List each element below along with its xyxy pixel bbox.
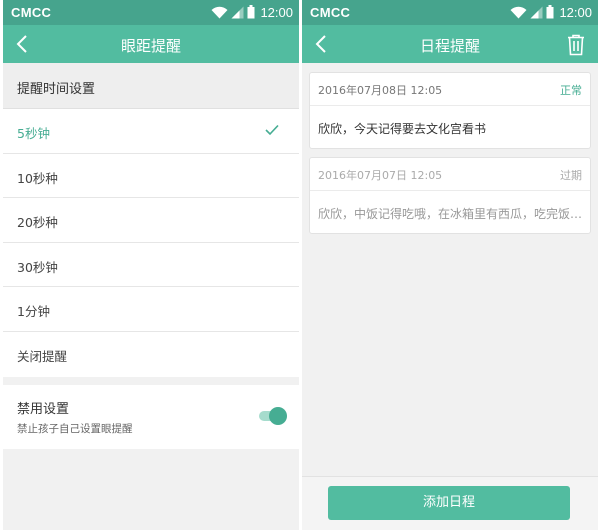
reminder-card[interactable]: 2016年07月08日 12:05 正常 欣欣，今天记得要去文化宫看书 (309, 72, 591, 149)
reminder-status: 过期 (560, 169, 582, 182)
carrier-name: CMCC (310, 5, 351, 20)
reminder-datetime: 2016年07月07日 12:05 (318, 169, 443, 182)
app-bar: 眼距提醒 (3, 25, 299, 63)
status-bar: CMCC 12:00 (302, 0, 598, 25)
option-label: 30秒钟 (17, 259, 58, 275)
option-label: 关闭提醒 (17, 348, 68, 364)
option-30-seconds[interactable]: 30秒钟 (3, 243, 299, 288)
page-title: 眼距提醒 (120, 37, 181, 55)
toggle-thumb (269, 407, 287, 425)
option-off[interactable]: 关闭提醒 (3, 332, 299, 377)
status-time: 12:00 (260, 4, 293, 20)
page-title: 日程提醒 (419, 37, 480, 55)
reminder-interval-list: 5秒钟 10秒种 20秒种 30秒钟 1分钟 关闭提醒 (3, 109, 299, 377)
disable-settings-description: 禁止孩子自己设置眼提醒 (17, 423, 133, 435)
status-icons: 12:00 (510, 4, 592, 20)
option-label: 20秒种 (17, 215, 58, 231)
disable-settings-row: 禁用设置 禁止孩子自己设置眼提醒 (3, 385, 299, 449)
reminder-datetime: 2016年07月08日 12:05 (318, 84, 443, 97)
status-time: 12:00 (559, 4, 592, 20)
option-1-minute[interactable]: 1分钟 (3, 287, 299, 332)
signal-icon (530, 6, 543, 18)
trash-icon[interactable] (566, 34, 586, 56)
section-header: 提醒时间设置 (3, 63, 299, 109)
section-header-label: 提醒时间设置 (17, 82, 96, 97)
bottom-action-bar: 添加日程 (302, 476, 598, 530)
option-label: 1分钟 (17, 304, 50, 320)
app-bar: 日程提醒 (302, 25, 598, 63)
disable-settings-toggle[interactable] (259, 407, 287, 425)
option-5-seconds[interactable]: 5秒钟 (3, 109, 299, 154)
reminder-card[interactable]: 2016年07月07日 12:05 过期 欣欣，中饭记得吃哦，在冰箱里有西瓜，吃… (309, 157, 591, 234)
option-20-seconds[interactable]: 20秒种 (3, 198, 299, 243)
signal-icon (231, 6, 244, 18)
option-10-seconds[interactable]: 10秒种 (3, 154, 299, 199)
status-bar: CMCC 12:00 (3, 0, 299, 25)
reminder-card-header: 2016年07月07日 12:05 过期 (310, 158, 590, 191)
disable-settings-title: 禁用设置 (17, 402, 70, 417)
eye-distance-screen: CMCC 12:00 眼距提醒 提醒时间设置 5秒钟 10秒种 20秒种 30秒… (3, 0, 299, 530)
wifi-icon (510, 6, 527, 18)
option-label: 5秒钟 (17, 126, 50, 141)
battery-icon (546, 5, 554, 19)
schedule-reminder-screen: CMCC 12:00 日程提醒 2016年07月08日 12:05 正常 欣欣，… (302, 0, 598, 530)
status-icons: 12:00 (211, 4, 293, 20)
option-label: 10秒种 (17, 170, 58, 186)
reminder-status: 正常 (560, 84, 582, 97)
reminder-card-header: 2016年07月08日 12:05 正常 (310, 73, 590, 106)
add-schedule-button[interactable]: 添加日程 (328, 486, 570, 520)
reminder-message: 欣欣，今天记得要去文化宫看书 (318, 122, 487, 136)
carrier-name: CMCC (11, 5, 52, 20)
battery-icon (247, 5, 255, 19)
wifi-icon (211, 6, 228, 18)
check-icon (265, 124, 279, 136)
reminder-message: 欣欣，中饭记得吃哦，在冰箱里有西瓜，吃完饭再吃哦 (318, 207, 584, 221)
